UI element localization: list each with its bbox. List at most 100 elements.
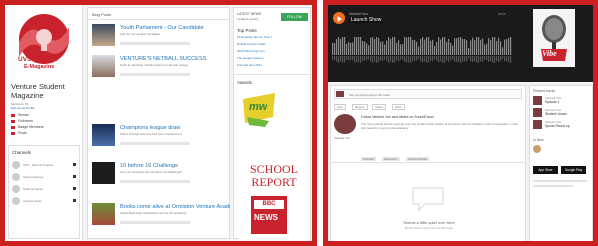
post-title[interactable]: Books come alive at Ormiston Venture Aca… (120, 204, 230, 210)
related-item[interactable]: Venture Vox Sports Round up (533, 120, 591, 132)
waveform-reflection (500, 56, 502, 61)
top-post-link[interactable]: 10 Reading Tips for Year 7 (237, 35, 309, 42)
school-report-banner[interactable]: SCHOOL REPORT BBC NEWS (239, 148, 309, 240)
waveform-bar (352, 42, 354, 55)
footer-links (533, 185, 573, 187)
like-button[interactable]: Like (334, 104, 346, 110)
waveform-bar (336, 39, 338, 55)
post-title[interactable]: Champions league draw (120, 125, 230, 131)
waveform-reflection (448, 56, 450, 62)
waveform-reflection (348, 56, 350, 61)
waveform-reflection (496, 56, 498, 61)
waveform-bar (472, 37, 474, 55)
follow-button[interactable]: FOLLOW (281, 13, 308, 21)
post-item[interactable]: Youth Parliament - Our Candidate Vote fo… (92, 24, 228, 54)
google-play-badge[interactable]: Google Play (561, 166, 586, 174)
badge-icon (11, 126, 15, 129)
waveform-bar (468, 47, 470, 55)
waveform-bar (454, 38, 456, 55)
logo-line1: UVS Student (18, 56, 58, 63)
channel-avatar[interactable] (334, 114, 356, 134)
related-item[interactable]: Venture Vox Student Voices (533, 108, 591, 120)
waveform-bar (420, 38, 422, 55)
waveform-reflection (334, 56, 336, 61)
waveform-bar (342, 35, 344, 55)
waveform-bar (390, 39, 392, 55)
waveform-reflection (368, 56, 370, 60)
channel-avatar (12, 173, 20, 181)
repost-button[interactable]: Repost (352, 104, 368, 110)
post-title[interactable]: VENTURE'S NETBALL SUCCESS (120, 56, 230, 62)
track-player: Venture Vox Launch Show 00:00 Vibe (328, 5, 593, 82)
liker-avatar[interactable] (533, 145, 541, 153)
post-title[interactable]: Youth Parliament - Our Candidate (120, 25, 230, 31)
channel-item[interactable]: Student Voices (12, 184, 76, 196)
related-thumb (533, 108, 542, 117)
channel-item[interactable]: Venture News (12, 196, 76, 208)
tag[interactable]: Student Radio (406, 157, 430, 161)
edit-profile-link[interactable]: Edit Group Profile (11, 106, 35, 110)
more-button[interactable]: More (392, 104, 405, 110)
waveform-bar (440, 39, 442, 55)
top-posts-list: 10 Reading Tips for Year 7 Netball Count… (237, 35, 309, 70)
info-label: LATEST NEWS (237, 12, 262, 16)
top-post-link[interactable]: Formula One 2017 (237, 63, 309, 70)
waveform-reflection (438, 56, 440, 63)
waveform-reflection (460, 56, 462, 64)
player-channel[interactable]: Venture Vox (349, 12, 368, 16)
play-button[interactable] (333, 12, 345, 24)
waveform-bar (358, 36, 360, 55)
waveform-bar (392, 35, 394, 55)
waveform[interactable] (332, 34, 512, 64)
share-button[interactable]: Share (372, 104, 387, 110)
waveform-reflection (454, 56, 456, 62)
right-screenshot-frame: Venture Vox Launch Show 00:00 Vibe Say s… (323, 0, 598, 246)
waveform-bar (388, 35, 390, 55)
channel-avatar (12, 197, 20, 205)
channel-item[interactable]: Sports features (12, 172, 76, 184)
waveform-bar (372, 35, 374, 55)
waveform-bar (434, 45, 436, 55)
channel-item[interactable]: UVS - Recent Projects (12, 160, 76, 172)
waveform-reflection (488, 56, 490, 62)
top-post-link[interactable]: World Book Day Fun (237, 49, 309, 56)
post-item[interactable]: 10 before 16 Challenge Can you complete … (92, 162, 228, 192)
left-screenshot-frame: UVS Student E-Magazine Venture Student M… (0, 0, 317, 246)
waveform-reflection (350, 56, 352, 61)
right-widgets: LATEST NEWS Updated weekly FOLLOW Top Po… (233, 7, 311, 240)
related-item[interactable]: Venture Vox Episode 1 (533, 96, 591, 108)
follow-prompt: Follow Venture Vox and others on SoundCl… (361, 115, 434, 119)
waveform-reflection (346, 56, 348, 60)
app-store-badge[interactable]: App Store (533, 166, 558, 174)
waveform-bar (444, 34, 446, 55)
post-meta (120, 180, 190, 183)
tag[interactable]: Education (382, 157, 400, 161)
nav-item-posts[interactable]: Posts (11, 131, 79, 137)
waveform-bar (346, 43, 348, 55)
waveform-reflection (394, 56, 396, 63)
logo-line2: E-Magazine (24, 64, 55, 70)
comment-input[interactable]: Say something about this track (334, 89, 522, 99)
top-post-link[interactable]: Netball County Finals (237, 42, 309, 49)
waveform-reflection (378, 56, 380, 62)
tag[interactable]: Podcast (361, 157, 376, 161)
news-text: NEWS (254, 213, 278, 222)
related-thumb (533, 120, 542, 129)
waveform-reflection (458, 56, 460, 63)
post-item[interactable]: Champions league draw Who's through and … (92, 124, 228, 154)
nav-label: Posts (18, 131, 27, 135)
related-sub: Episode 1 (545, 100, 560, 104)
waveform-bar (422, 36, 424, 55)
waveform-reflection (340, 56, 342, 62)
top-post-link[interactable]: The Hunger Games (237, 56, 309, 63)
waveform-bar (376, 34, 378, 55)
waveform-reflection (510, 56, 512, 64)
post-item[interactable]: Books come alive at Ormiston Venture Aca… (92, 203, 230, 233)
footer-links (533, 180, 587, 182)
waveform-reflection (406, 56, 408, 63)
post-title[interactable]: 10 before 16 Challenge (120, 163, 230, 169)
track-main-column: Say something about this track Like Repo… (330, 85, 526, 241)
post-item[interactable]: VENTURE'S NETBALL SUCCESS Such an amazin… (92, 55, 228, 85)
waveform-bar (394, 35, 396, 55)
waveform-reflection (482, 56, 484, 62)
